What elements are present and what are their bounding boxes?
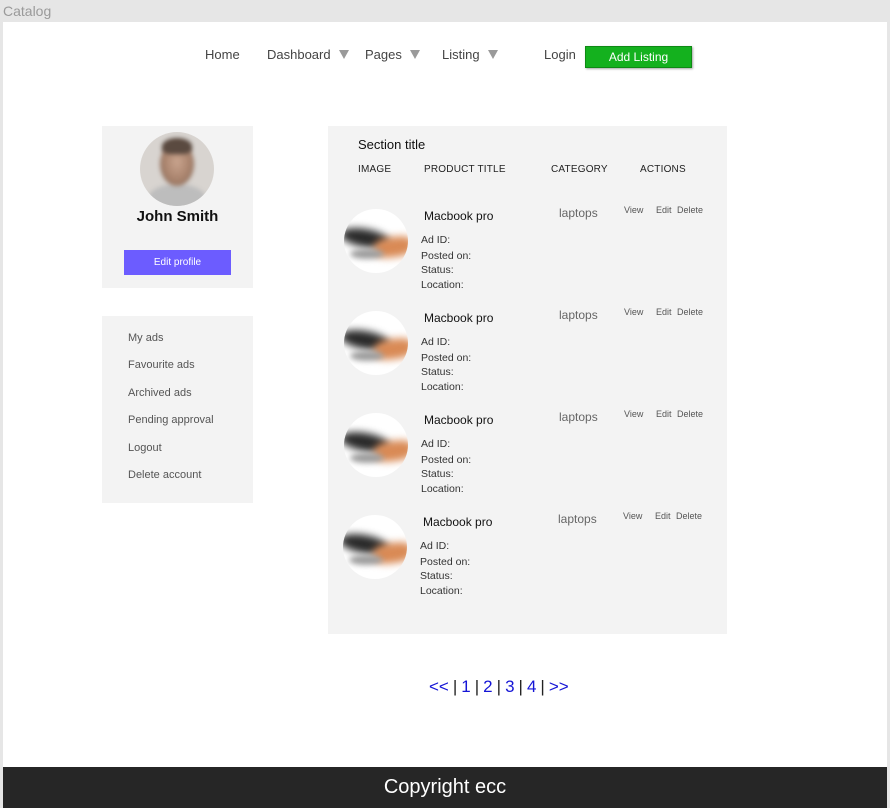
footer: Copyright ecc: [3, 767, 887, 808]
caret-down-icon: [338, 50, 349, 59]
listing-row: Macbook pro Ad ID: Posted on: Status: Lo…: [328, 307, 727, 413]
nav-listing[interactable]: Listing: [442, 47, 498, 62]
side-menu-favourite-ads[interactable]: Favourite ads: [128, 359, 195, 371]
side-menu-archived-ads[interactable]: Archived ads: [128, 387, 192, 399]
location: Location:: [421, 279, 464, 291]
avatar: [140, 132, 214, 206]
status: Status:: [421, 468, 454, 480]
pagination-page-2[interactable]: 2: [483, 677, 492, 696]
view-button[interactable]: View: [624, 409, 643, 419]
view-button[interactable]: View: [623, 511, 642, 521]
nav-pages[interactable]: Pages: [365, 47, 420, 62]
listings-panel: Section title IMAGE PRODUCT TITLE CATEGO…: [328, 126, 727, 634]
delete-button[interactable]: Delete: [677, 205, 703, 215]
caret-down-icon: [409, 50, 420, 59]
nav-home[interactable]: Home: [205, 47, 240, 62]
edit-profile-button[interactable]: Edit profile: [124, 250, 231, 275]
column-header-product-title: PRODUCT TITLE: [424, 164, 506, 175]
product-image: [344, 209, 408, 273]
edit-button[interactable]: Edit: [655, 511, 671, 521]
edit-button[interactable]: Edit: [656, 409, 672, 419]
ad-id: Ad ID:: [421, 336, 451, 348]
posted-on: Posted on:: [420, 556, 471, 568]
nav-pages-label: Pages: [365, 47, 402, 62]
nav-dashboard-label: Dashboard: [267, 47, 331, 62]
location: Location:: [421, 483, 464, 495]
posted-on: Posted on:: [421, 352, 472, 364]
column-header-category: CATEGORY: [551, 164, 608, 175]
pagination-page-4[interactable]: 4: [527, 677, 536, 696]
location: Location:: [420, 585, 463, 597]
product-title[interactable]: Macbook pro: [424, 311, 493, 325]
pagination-separator: |: [452, 677, 458, 696]
listing-row: Macbook pro Ad ID: Posted on: Status: Lo…: [328, 511, 727, 617]
status: Status:: [420, 570, 453, 582]
status: Status:: [421, 366, 454, 378]
column-header-actions: ACTIONS: [640, 164, 686, 175]
edit-button[interactable]: Edit: [656, 307, 672, 317]
pagination: << | 1 | 2 | 3 | 4 | >>: [429, 677, 569, 697]
product-category: laptops: [559, 206, 598, 220]
pagination-prev[interactable]: <<: [429, 677, 449, 696]
caret-down-icon: [487, 50, 498, 59]
ad-id: Ad ID:: [421, 234, 451, 246]
posted-on: Posted on:: [421, 454, 472, 466]
product-title[interactable]: Macbook pro: [424, 413, 493, 427]
side-menu-pending-approval[interactable]: Pending approval: [128, 414, 214, 426]
pagination-separator: |: [496, 677, 502, 696]
profile-card: John Smith Edit profile: [102, 126, 253, 288]
listing-row: Macbook pro Ad ID: Posted on: Status: Lo…: [328, 409, 727, 515]
posted-on: Posted on:: [421, 250, 472, 262]
product-category: laptops: [558, 512, 597, 526]
section-title: Section title: [358, 137, 426, 152]
add-listing-button[interactable]: Add Listing: [585, 46, 692, 68]
ad-id: Ad ID:: [420, 540, 450, 552]
pagination-page-1[interactable]: 1: [461, 677, 470, 696]
nav-listing-label: Listing: [442, 47, 480, 62]
view-button[interactable]: View: [624, 307, 643, 317]
product-image: [344, 311, 408, 375]
pagination-separator: |: [474, 677, 480, 696]
side-menu: My ads Favourite ads Archived ads Pendin…: [102, 316, 253, 503]
pagination-separator: |: [540, 677, 545, 696]
pagination-next[interactable]: >>: [549, 677, 569, 696]
product-title[interactable]: Macbook pro: [424, 209, 493, 223]
edit-button[interactable]: Edit: [656, 205, 672, 215]
profile-name: John Smith: [136, 208, 219, 225]
status: Status:: [421, 264, 454, 276]
listing-row: Macbook pro Ad ID: Posted on: Status: Lo…: [328, 205, 727, 311]
delete-button[interactable]: Delete: [677, 307, 703, 317]
ad-id: Ad ID:: [421, 438, 451, 450]
product-category: laptops: [559, 410, 598, 424]
view-button[interactable]: View: [624, 205, 643, 215]
product-category: laptops: [559, 308, 598, 322]
nav-login[interactable]: Login: [544, 47, 576, 62]
delete-button[interactable]: Delete: [677, 409, 703, 419]
footer-copyright: Copyright ecc: [383, 776, 507, 798]
delete-button[interactable]: Delete: [676, 511, 702, 521]
product-title[interactable]: Macbook pro: [423, 515, 492, 529]
product-image: [344, 413, 408, 477]
location: Location:: [421, 381, 464, 393]
pagination-page-3[interactable]: 3: [505, 677, 514, 696]
window-title: Catalog: [3, 3, 52, 19]
pagination-separator: |: [518, 677, 523, 696]
side-menu-logout[interactable]: Logout: [128, 442, 162, 454]
nav-home-label: Home: [205, 47, 240, 62]
side-menu-my-ads[interactable]: My ads: [128, 332, 163, 344]
column-header-image: IMAGE: [358, 164, 392, 175]
nav-dashboard[interactable]: Dashboard: [267, 47, 349, 62]
product-image: [343, 515, 407, 579]
nav-login-label: Login: [544, 47, 576, 62]
side-menu-delete-account[interactable]: Delete account: [128, 469, 201, 481]
